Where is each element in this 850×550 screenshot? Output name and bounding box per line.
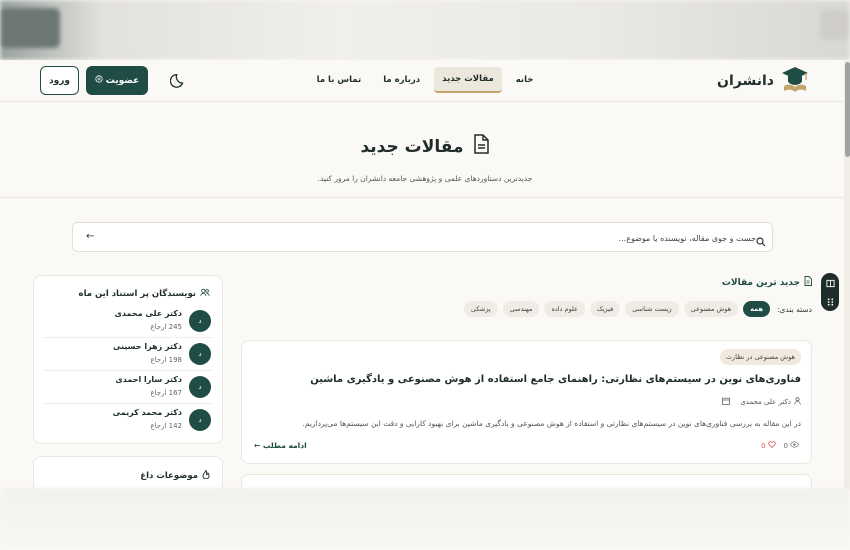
top-authors-title-text: نویسندگان پر استناد این ماه (78, 289, 196, 299)
moon-icon[interactable] (169, 71, 188, 89)
page-title: مقالات جدید (0, 134, 850, 159)
users-icon (200, 288, 210, 300)
nav-link-new-articles[interactable]: مقالات جدید (434, 67, 502, 93)
signup-button[interactable]: عضویت (86, 66, 148, 95)
avatar: د (189, 310, 211, 332)
category-chip-physics[interactable]: فیزیک (589, 301, 621, 317)
search-icon (756, 232, 766, 247)
floating-toolbar[interactable] (821, 273, 839, 311)
author-name: دکتر زهرا حسینی (113, 342, 182, 351)
hero-section: مقالات جدید جدیدترین دستاوردهای علمی و پ… (0, 102, 850, 198)
author-row[interactable]: د دکتر زهرا حسینی 198 ارجاع (44, 338, 212, 371)
nav-link-contact[interactable]: تماس با ما (309, 67, 370, 93)
search-input[interactable] (103, 229, 756, 247)
avatar: د (189, 376, 211, 398)
top-authors-card: نویسندگان پر استناد این ماه د دکتر علی م… (33, 275, 223, 444)
author-row[interactable]: د دکتر محمد کریمی 142 ارجاع (44, 404, 212, 437)
citation-count: 198 ارجاع (150, 356, 182, 364)
read-more-link[interactable]: ادامه مطلب ← (254, 441, 307, 450)
article-meta: دکتر علی محمدی (722, 397, 801, 407)
author-name: دکتر علی محمدی (114, 309, 182, 318)
signup-label: عضویت (105, 75, 140, 86)
likes-count: 0 (761, 441, 766, 450)
document-icon (472, 134, 490, 159)
blurred-browser-header (0, 0, 850, 60)
site-logo[interactable]: دانشران (717, 64, 810, 98)
author-name: دکتر محمد کریمی (112, 408, 182, 417)
article-card[interactable]: هوش مصنوعی در نظارت فناوری‌های نوین در س… (241, 340, 812, 464)
category-chip-biology[interactable]: زیست شناسی (625, 301, 679, 317)
hot-topics-title-text: موضوعات داغ (140, 470, 198, 481)
hot-topics-title: موضوعات داغ (140, 469, 210, 482)
flame-icon (202, 469, 210, 482)
nav-link-home[interactable]: خانه (508, 67, 542, 93)
page-title-text: مقالات جدید (360, 136, 464, 157)
category-label: دسته بندی: (777, 304, 812, 314)
login-button[interactable]: ورود (40, 66, 79, 95)
category-chip-ai[interactable]: هوش مصنوعی (683, 301, 739, 317)
citation-count: 142 ارجاع (150, 422, 182, 430)
arrow-left-icon[interactable]: ← (86, 231, 94, 242)
calendar-icon (722, 397, 731, 407)
category-chip-all[interactable]: همه (743, 301, 771, 317)
author-name: دکتر سارا احمدی (115, 375, 182, 384)
citation-count: 167 ارجاع (150, 389, 182, 397)
page-subtitle: جدیدترین دستاوردهای علمی و پژوهشی جامعه … (317, 174, 533, 183)
eye-icon (790, 441, 799, 450)
category-chip-data-science[interactable]: علوم داده (544, 301, 585, 317)
graduation-cap-book-icon (780, 64, 810, 98)
article-stats: 0 0 (761, 441, 799, 450)
nav-link-about[interactable]: درباره ما (375, 67, 428, 93)
latest-articles-title-text: جدید ترین مقالات (721, 277, 800, 288)
views-stat: 0 (784, 441, 799, 450)
read-more-label: ادامه مطلب (262, 441, 307, 450)
plus-circle-icon (95, 75, 103, 86)
heart-icon (767, 441, 776, 450)
author-row[interactable]: د دکتر علی محمدی 245 ارجاع (44, 305, 212, 338)
user-icon (794, 397, 801, 407)
article-excerpt: در این مقاله به بررسی فناوری‌های نوین در… (302, 419, 801, 428)
citation-count: 245 ارجاع (150, 323, 182, 331)
logo-text: دانشران (717, 73, 774, 89)
author-row[interactable]: د دکتر سارا احمدی 167 ارجاع (44, 371, 212, 404)
scrollbar-thumb[interactable] (845, 62, 850, 157)
article-author: دکتر علی محمدی (740, 398, 791, 406)
avatar: د (189, 343, 211, 365)
latest-articles-title: جدید ترین مقالات (722, 276, 812, 289)
grip-icon[interactable] (826, 292, 835, 311)
search-bar: ← (72, 222, 773, 252)
article-tag[interactable]: هوش مصنوعی در نظارت (719, 349, 801, 365)
category-chip-medicine[interactable]: پزشکی (463, 301, 498, 317)
likes-stat[interactable]: 0 (761, 441, 776, 450)
book-icon[interactable] (825, 273, 835, 292)
arrow-left-icon: ← (254, 441, 261, 450)
avatar: د (189, 409, 211, 431)
document-icon (804, 276, 812, 289)
top-authors-title: نویسندگان پر استناد این ماه (79, 288, 210, 300)
article-title[interactable]: فناوری‌های نوین در سیستم‌های نظارتی: راه… (310, 374, 801, 385)
category-chip-engineering[interactable]: مهندسی (502, 301, 540, 317)
nav-links: خانه مقالات جدید درباره ما تماس با ما (300, 67, 550, 95)
login-label: ورود (49, 75, 70, 86)
top-navbar: ورود عضویت خانه مقالات جدید درباره ما تم… (0, 60, 850, 102)
blurred-bottom-overlay (0, 488, 850, 550)
views-count: 0 (783, 441, 788, 450)
category-filter: دسته بندی: همه هوش مصنوعی زیست شناسی فیز… (463, 300, 812, 318)
